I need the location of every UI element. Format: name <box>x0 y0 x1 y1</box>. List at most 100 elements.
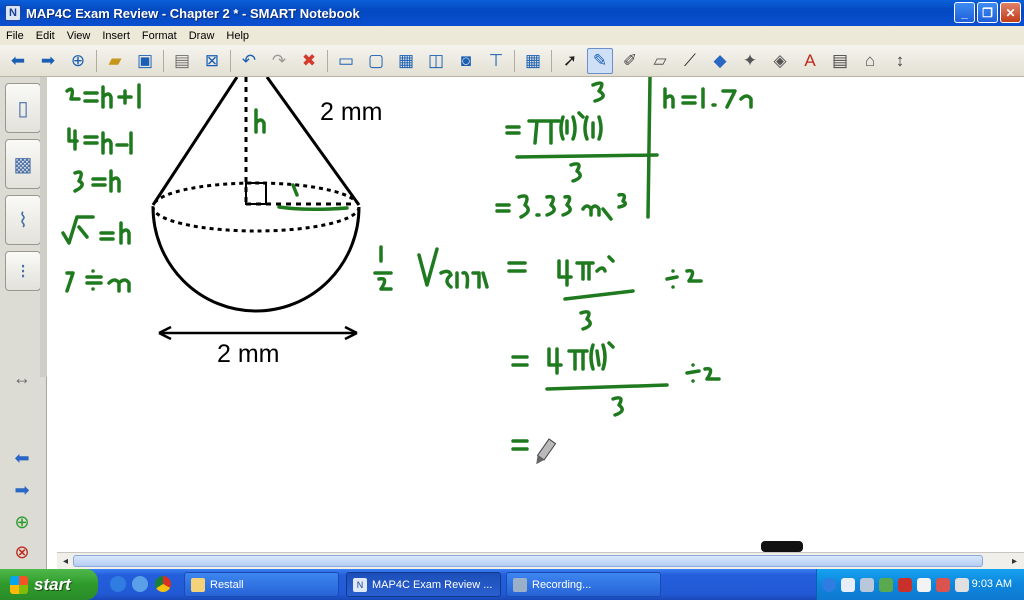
measurement-icon[interactable]: ⌂ <box>857 48 883 74</box>
delete-page-icon[interactable]: ⊠ <box>199 48 225 74</box>
top-3 <box>591 81 605 103</box>
ie-icon[interactable] <box>110 576 126 592</box>
properties-tab-icon[interactable]: ⁝ <box>5 251 41 291</box>
task-label: Recording... <box>532 578 592 591</box>
back-arrow-icon[interactable]: ⬅ <box>5 48 31 74</box>
menu-bar: File Edit View Insert Format Draw Help <box>0 26 1024 45</box>
fraction-bar-3 <box>545 383 669 391</box>
pen-icon[interactable]: ✎ <box>587 47 613 74</box>
device-icon[interactable] <box>860 577 874 592</box>
text-icon[interactable]: A <box>797 48 823 74</box>
shapes-icon[interactable]: ◆ <box>707 48 733 74</box>
task-smart-notebook[interactable]: N MAP4C Exam Review ... <box>346 572 501 597</box>
next-page-icon[interactable]: ➡ <box>9 479 35 501</box>
redo-icon[interactable]: ↷ <box>266 48 292 74</box>
start-button[interactable]: start <box>0 569 98 600</box>
delete-page-icon[interactable]: ⊗ <box>9 541 35 563</box>
alert-icon[interactable] <box>936 577 950 592</box>
diameter-label: 2 mm <box>217 340 280 368</box>
close-icon: ✕ <box>1005 5 1016 20</box>
system-tray: 9:03 AM <box>816 569 1024 600</box>
full-screen-icon[interactable]: ▢ <box>363 48 389 74</box>
volume-icon[interactable] <box>955 577 969 592</box>
fill-icon[interactable]: ◈ <box>767 48 793 74</box>
menu-insert[interactable]: Insert <box>96 30 136 42</box>
whiteboard-canvas[interactable]: 2 mm 2 mm <box>47 77 1024 552</box>
menu-help[interactable]: Help <box>220 30 255 42</box>
capture-icon[interactable]: ◙ <box>453 48 479 74</box>
toolbar: ⬅ ➡ ⊕ ▰ ▣ ▤ ⊠ ↶ ↷ ✖ ▭ ▢ ▦ ◫ ◙ ⊤ ▦ ➚ ✎ ✐ … <box>0 45 1024 77</box>
delete-icon[interactable]: ✖ <box>296 48 322 74</box>
minimize-button[interactable]: _ <box>954 2 975 23</box>
network-icon[interactable] <box>841 577 855 592</box>
menu-view[interactable]: View <box>61 30 97 42</box>
denom-3-3 <box>611 396 624 417</box>
side-tabs-panel: ▯ ▩ ⌇ ⁝ ↔ ⬅ ➡ ⊕ ⊗ <box>0 77 47 569</box>
magic-pen-icon[interactable]: ✦ <box>737 48 763 74</box>
line-icon[interactable]: ⟋ <box>677 48 703 74</box>
eraser-icon[interactable]: ▱ <box>647 48 673 74</box>
gallery-icon[interactable]: ▩ <box>5 139 41 189</box>
add-page-icon[interactable]: ⊕ <box>65 48 91 74</box>
tray-expand-icon[interactable] <box>822 577 836 592</box>
attachments-icon[interactable]: ⌇ <box>5 195 41 245</box>
recorder-icon <box>513 577 527 592</box>
right-angle-mark <box>245 182 267 205</box>
search-icon[interactable] <box>917 577 931 592</box>
menu-draw[interactable]: Draw <box>183 30 221 42</box>
security-icon[interactable] <box>879 577 893 592</box>
equals-1 <box>507 261 527 273</box>
label-1 <box>291 183 299 197</box>
pen-cursor-icon <box>536 438 557 465</box>
scroll-right-icon[interactable]: ▸ <box>1007 554 1022 569</box>
restore-icon: ❐ <box>982 5 993 20</box>
screen-shade-icon[interactable]: ▭ <box>333 48 359 74</box>
creative-pen-icon[interactable]: ✐ <box>617 48 643 74</box>
restore-button[interactable]: ❐ <box>977 2 998 23</box>
menu-edit[interactable]: Edit <box>30 30 61 42</box>
radius-mark <box>277 205 349 212</box>
undo-icon[interactable]: ↶ <box>236 48 262 74</box>
horizontal-scrollbar[interactable]: ◂ ▸ <box>57 552 1024 569</box>
fraction-bar-1 <box>515 153 659 159</box>
task-label: Restall <box>210 578 244 591</box>
task-recording[interactable]: Recording... <box>506 572 661 597</box>
eq-line-2 <box>67 127 133 155</box>
transparent-background-icon[interactable]: ▦ <box>393 48 419 74</box>
document-camera-icon[interactable]: ⊤ <box>483 48 509 74</box>
resize-panel-icon[interactable]: ↔ <box>9 367 35 389</box>
chrome-icon[interactable] <box>155 576 171 592</box>
minimize-icon: _ <box>961 5 968 20</box>
close-button[interactable]: ✕ <box>1000 2 1021 23</box>
task-restall[interactable]: Restall <box>184 572 339 597</box>
move-toolbar-icon[interactable]: ↕ <box>887 48 913 74</box>
table-icon[interactable]: ▦ <box>520 48 546 74</box>
pdf-icon[interactable] <box>898 577 912 592</box>
paste-icon[interactable]: ▤ <box>169 48 195 74</box>
add-page-icon[interactable]: ⊕ <box>9 511 35 533</box>
properties-icon[interactable]: ▤ <box>827 48 853 74</box>
page-sorter-icon[interactable]: ▯ <box>5 83 41 133</box>
menu-file[interactable]: File <box>0 30 30 42</box>
divide-2-b <box>685 363 721 383</box>
v-sphere <box>417 247 489 289</box>
denom-3-2 <box>579 310 592 331</box>
toolbar-divider <box>551 49 552 72</box>
previous-page-icon[interactable]: ⬅ <box>9 447 35 469</box>
toolbar-divider <box>96 49 97 72</box>
open-folder-icon[interactable]: ▰ <box>102 48 128 74</box>
cone-left-edge <box>151 77 239 206</box>
notebook-icon: N <box>353 577 367 592</box>
select-icon[interactable]: ➚ <box>557 48 583 74</box>
menu-format[interactable]: Format <box>136 30 183 42</box>
scroll-left-icon[interactable]: ◂ <box>58 554 73 569</box>
browser-icon[interactable] <box>132 576 148 592</box>
hemisphere-arc <box>151 206 361 313</box>
dual-page-icon[interactable]: ◫ <box>423 48 449 74</box>
scrollbar-thumb[interactable] <box>73 555 983 567</box>
save-icon[interactable]: ▣ <box>132 48 158 74</box>
taskbar: start Restall N MAP4C Exam Review ... Re… <box>0 569 1024 600</box>
eq-line-1 <box>65 83 141 109</box>
forward-arrow-icon[interactable]: ➡ <box>35 48 61 74</box>
side-panel-scrollbar[interactable] <box>40 77 47 377</box>
